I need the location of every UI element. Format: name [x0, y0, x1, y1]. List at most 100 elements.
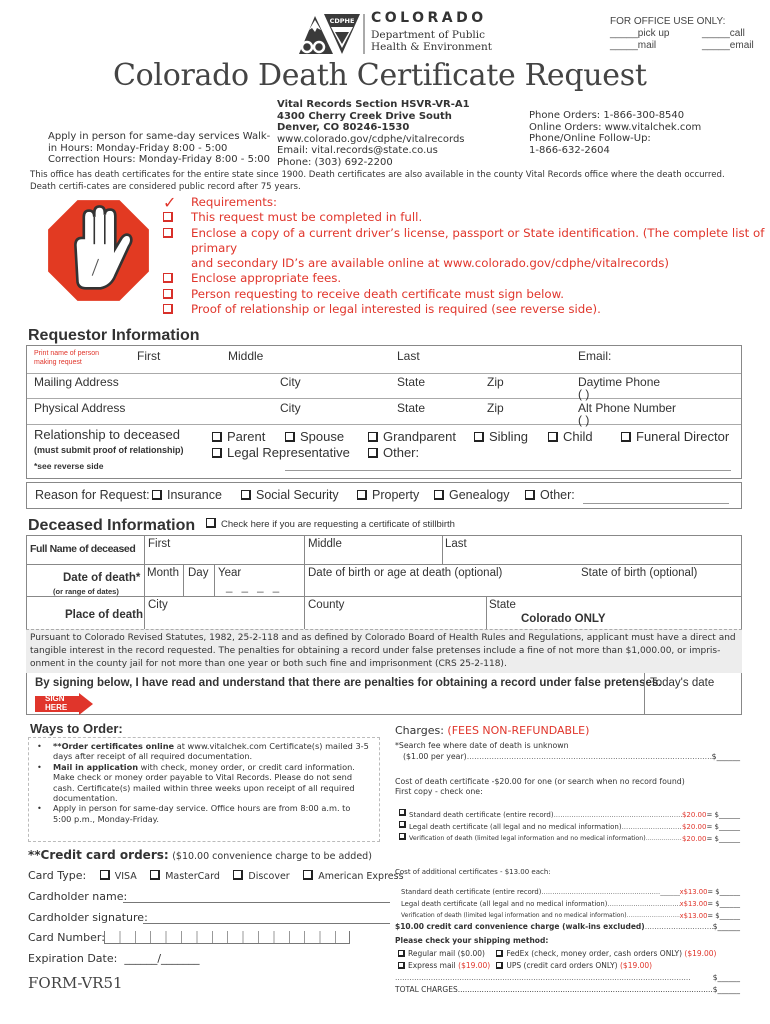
- mailing-state-field[interactable]: State: [397, 375, 425, 389]
- death-city-field[interactable]: City: [148, 599, 168, 611]
- legal-notice: Pursuant to Colorado Revised Statutes, 1…: [26, 629, 742, 673]
- email-field[interactable]: Email:: [578, 349, 611, 363]
- signature-section: By signing below, I have read and unders…: [26, 673, 742, 715]
- state-of-birth-field[interactable]: State of birth (optional): [581, 567, 697, 579]
- mailing-address: Vital Records Section HSVR-VR-A1 4300 Ch…: [277, 99, 470, 169]
- year-digit-lines[interactable]: _ _ _ _: [226, 581, 282, 593]
- requirement-item-cont: and secondary ID’s are available online …: [191, 256, 669, 271]
- reason-insurance[interactable]: Insurance: [152, 488, 222, 502]
- search-fee: *Search fee where date of death is unkno…: [395, 741, 740, 762]
- relationship-other[interactable]: Other:: [368, 445, 419, 460]
- ship-regular[interactable]: Regular mail ($0.00): [398, 948, 494, 960]
- cardholder-name-field[interactable]: [123, 902, 390, 903]
- ways-to-order-heading: Ways to Order:: [30, 721, 123, 736]
- alt-phone-field[interactable]: Alt Phone Number: [578, 401, 676, 415]
- additional-standard[interactable]: Standard death certificate (entire recor…: [401, 886, 740, 898]
- first-copy-verification[interactable]: Verification of death (limited legal inf…: [399, 833, 740, 845]
- first-copy-legal[interactable]: Legal death certificate (all legal and n…: [399, 821, 740, 833]
- reason-other[interactable]: Other:: [525, 488, 575, 502]
- signature-field[interactable]: [97, 693, 642, 713]
- expiration-field[interactable]: ______/_______: [124, 952, 199, 965]
- deceased-last-field[interactable]: Last: [445, 538, 467, 550]
- todays-date-field[interactable]: Today's date: [650, 677, 714, 689]
- card-type-row: Card Type: VISA MasterCard Discover Amer…: [28, 869, 404, 882]
- middle-name-field[interactable]: Middle: [228, 349, 263, 363]
- follow-up-number: 1-866-632-2604: [529, 144, 610, 156]
- reason-for-request: Reason for Request: Insurance Social Sec…: [26, 482, 742, 509]
- requirement-item: Enclose a copy of a current driver’s lic…: [191, 225, 765, 255]
- full-name-label: Full Name of deceased: [30, 543, 136, 555]
- requirement-checkbox[interactable]: [163, 227, 173, 238]
- deceased-middle-field[interactable]: Middle: [308, 538, 342, 550]
- relationship-funeral-director[interactable]: Funeral Director: [621, 429, 729, 444]
- shipping-amount[interactable]: ........................................…: [395, 973, 740, 982]
- requirement-item: Proof of relationship or legal intereste…: [191, 302, 601, 317]
- mailing-address-field[interactable]: Mailing Address: [34, 375, 119, 389]
- relationship-parent[interactable]: Parent: [212, 429, 265, 444]
- date-of-death-label: Date of death*: [63, 572, 141, 584]
- last-name-field[interactable]: Last: [397, 349, 420, 363]
- death-day-field[interactable]: Day: [188, 567, 208, 579]
- physical-zip-field[interactable]: Zip: [487, 401, 504, 415]
- mailing-city-field[interactable]: City: [280, 375, 301, 389]
- first-copy-standard[interactable]: Standard death certificate (entire recor…: [399, 809, 740, 821]
- card-amex[interactable]: American Express: [303, 870, 404, 882]
- mailing-zip-field[interactable]: Zip: [487, 375, 504, 389]
- reason-other-line[interactable]: [583, 503, 729, 504]
- form-id: FORM-VR51: [28, 974, 123, 992]
- place-of-death-label: Place of death: [65, 609, 143, 621]
- card-mastercard[interactable]: MasterCard: [150, 870, 220, 882]
- dob-field[interactable]: Date of birth or age at death (optional): [308, 567, 502, 579]
- ship-express[interactable]: Express mail ($19.00): [398, 960, 494, 972]
- cardholder-signature-field[interactable]: [143, 923, 390, 924]
- office-pickup: _____pick up: [610, 28, 670, 39]
- stillbirth-checkbox[interactable]: Check here if you are requesting a certi…: [206, 518, 455, 530]
- relationship-spouse[interactable]: Spouse: [285, 429, 344, 444]
- additional-legal[interactable]: Legal death certificate (all legal and n…: [401, 898, 740, 910]
- death-county-field[interactable]: County: [308, 599, 344, 611]
- deceased-first-field[interactable]: First: [148, 538, 170, 550]
- relationship-other-line[interactable]: [285, 470, 731, 471]
- relationship-grandparent[interactable]: Grandparent: [368, 429, 456, 444]
- requirement-checkbox[interactable]: [163, 273, 173, 284]
- card-visa[interactable]: VISA: [99, 870, 137, 882]
- relationship-sibling[interactable]: Sibling: [474, 429, 528, 444]
- online-orders[interactable]: Online Orders: www.vitalchek.com: [529, 122, 701, 134]
- death-month-field[interactable]: Month: [147, 567, 179, 579]
- phone-number: Phone: (303) 692-2200: [277, 156, 393, 168]
- physical-city-field[interactable]: City: [280, 401, 301, 415]
- physical-address-field[interactable]: Physical Address: [34, 401, 125, 415]
- charges-heading: Charges: (FEES NON-REFUNDABLE): [395, 724, 590, 737]
- print-name-hint: Print name of person making request: [34, 350, 99, 366]
- death-year-field[interactable]: Year: [218, 567, 241, 579]
- relationship-legal-rep[interactable]: Legal Representative: [212, 445, 350, 460]
- requirement-checkbox[interactable]: [163, 288, 173, 299]
- card-discover[interactable]: Discover: [233, 870, 290, 882]
- ship-ups[interactable]: UPS (credit card orders ONLY) ($19.00): [496, 961, 652, 970]
- card-number-field[interactable]: [104, 931, 350, 944]
- address-line: Denver, CO 80246-1530: [277, 122, 410, 134]
- reason-social-security[interactable]: Social Security: [241, 488, 339, 502]
- search-fee-amount[interactable]: $______: [712, 751, 740, 762]
- daytime-phone-field[interactable]: Daytime Phone: [578, 375, 660, 389]
- total-charges[interactable]: TOTAL CHARGES...........................…: [395, 985, 740, 994]
- relationship-child[interactable]: Child: [548, 429, 593, 444]
- ship-fedex[interactable]: FedEx (check, money order, cash orders O…: [496, 949, 717, 958]
- daytime-phone-area[interactable]: ( ): [578, 387, 589, 401]
- reason-genealogy[interactable]: Genealogy: [434, 488, 509, 502]
- convenience-charge[interactable]: $10.00 credit card convenience charge (w…: [395, 922, 740, 931]
- first-name-field[interactable]: First: [137, 349, 160, 363]
- requirement-checkbox[interactable]: [163, 304, 173, 315]
- additional-verification[interactable]: Verification of death (limited legal inf…: [401, 910, 740, 922]
- email-link[interactable]: Email: vital.records@state.co.us: [277, 145, 470, 157]
- phone-orders: Phone Orders: 1-866-300-8540: [529, 110, 685, 121]
- walk-in-line: in Hours: Monday-Friday 8:00 - 5:00: [48, 142, 228, 154]
- alt-phone-area[interactable]: ( ): [578, 413, 589, 427]
- logo-state: COLORADO: [371, 10, 487, 26]
- office-use-box: FOR OFFICE USE ONLY: _____pick up _____ca…: [610, 16, 770, 52]
- reason-property[interactable]: Property: [357, 488, 419, 502]
- website-link[interactable]: www.colorado.gov/cdphe/vitalrecords: [277, 134, 470, 146]
- dept-line1: Department of Public: [371, 29, 486, 41]
- physical-state-field[interactable]: State: [397, 401, 425, 415]
- requirement-checkbox[interactable]: [163, 212, 173, 223]
